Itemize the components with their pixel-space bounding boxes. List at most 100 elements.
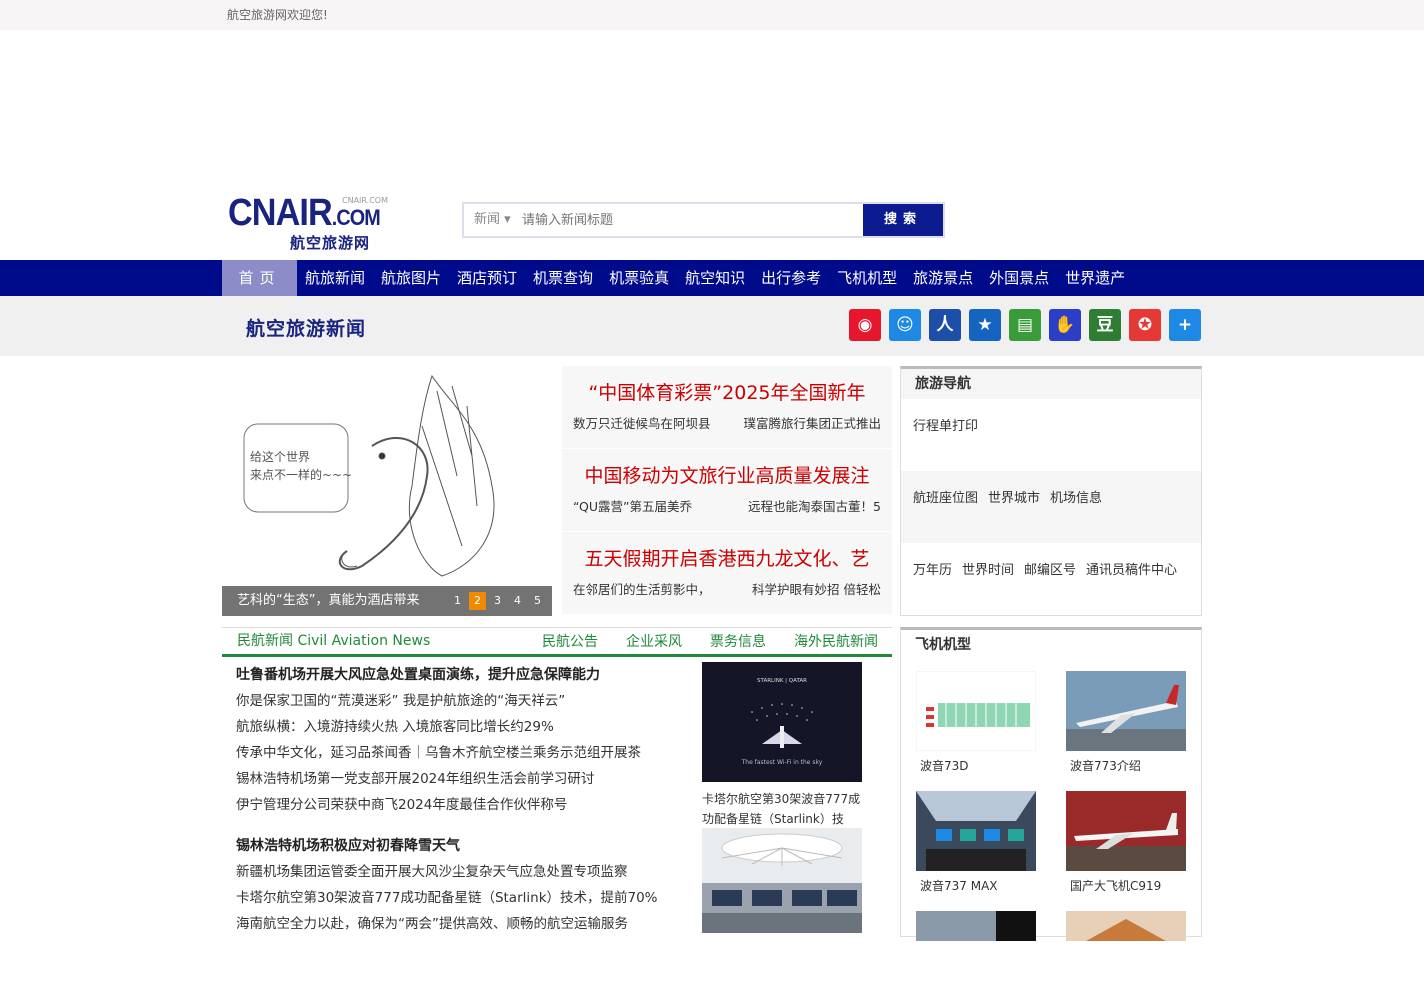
nav-item[interactable]: 机票验真 [601,260,677,296]
aircraft-label: 国产大飞机C919 [1070,879,1162,893]
slider-page-button[interactable]: 2 [469,592,486,610]
aircraft-card[interactable]: 波音737 MAX [916,791,1036,897]
headline-block: 五天假期开启香港西九龙文化、艺在邻居们的生活剪影中， 科学护眼有妙招 倍轻松 [562,532,892,615]
site-logo[interactable]: CNAIR.COM CNAIR.COM 航空旅游网 [228,192,403,252]
share-bar: ◉ ☺ 人 ★ ▤ ✋ 豆 ✪ + [849,309,1201,341]
news-lead-2[interactable]: 锡林浩特机场积极应对初春降雪天气 [236,833,686,859]
guide-link[interactable]: 通讯员稿件中心 [1086,563,1177,578]
civil-tab[interactable]: 民航公告 [542,628,598,656]
more-icon[interactable]: + [1169,309,1201,341]
nav-item[interactable]: 世界遗产 [1057,260,1133,296]
slider-page-button[interactable]: 3 [489,592,506,610]
travel-guide-title: 旅游导航 [901,369,1201,399]
slider-caption-bar: 艺科的“生态”，真能为酒店带来 12345 [222,586,552,616]
thumb-caption-1: 卡塔尔航空第30架波音777成功配备星链（Starlink）技 [702,792,861,826]
guide-link[interactable]: 航班座位图 [913,491,978,506]
guide-link[interactable]: 世界时间 [962,563,1014,578]
section-band: 航空旅游新闻 ◉ ☺ 人 ★ ▤ ✋ 豆 ✪ + [0,296,1424,356]
star-icon[interactable]: ✪ [1129,309,1161,341]
nav-item[interactable]: 出行参考 [753,260,829,296]
civil-tab[interactable]: 海外民航新闻 [794,628,878,656]
guide-link[interactable]: 行程单打印 [913,419,978,434]
travel-guide-box: 旅游导航 行程单打印航班座位图 世界城市 机场信息万年历 世界时间 邮编区号 通讯员稿件中… [900,366,1202,616]
headline-sub-link[interactable]: “QU露营”第五届美乔 [573,496,692,515]
image-slider[interactable]: 给这个世界来点不一样的~~~ 艺科的“生态”，真能为酒店带来 12345 [222,366,552,616]
headline-sub-link[interactable]: 在邻居们的生活剪影中， [573,579,711,598]
headline-block: 中国移动为文旅行业高质量发展注 “QU露营”第五届美乔 远程也能淘泰国古董！5 [562,449,892,532]
news-item[interactable]: 新疆机场集团运管委全面开展大风沙尘复杂天气应急处置专项监察 [236,859,686,885]
favorite-icon[interactable]: ★ [969,309,1001,341]
thumb-brand-text: STARLINK | QATAR [757,678,807,684]
nav-item[interactable]: 机票查询 [525,260,601,296]
guide-link[interactable]: 世界城市 [988,491,1040,506]
headline-title[interactable]: 中国移动为文旅行业高质量发展注 [562,449,892,488]
control-room-image [702,828,862,933]
weibo-icon[interactable]: ◉ [849,309,881,341]
news-thumb-1[interactable]: STARLINK | QATAR The fastest Wi-Fi in th… [702,662,862,829]
main-nav: 首页 航旅新闻 航旅图片 酒店预订 机票查询 机票验真 航空知识 出行参考 飞机机型 旅游景点 外国… [0,260,1424,296]
news-item[interactable]: 卡塔尔航空第30架波音777成功配备星链（Starlink）技术，提前70% [236,885,686,911]
slider-illustration: 给这个世界来点不一样的~~~ [243,374,495,577]
aircraft-label: 波音73D [920,759,969,773]
search-category-select[interactable]: 新闻 ▾ [474,204,511,236]
news-list-2: 锡林浩特机场积极应对初春降雪天气 新疆机场集团运管委全面开展大风沙尘复杂天气应急… [236,833,686,937]
headline-subs: 数万只迁徙候鸟在阿坝县 璞富腾旅行集团正式推出 [562,405,892,432]
search-bar: 新闻 ▾ 搜索 [462,202,945,238]
news-item[interactable]: 海南航空全力以赴，确保为“两会”提供高效、顺畅的航空运输服务 [236,911,686,937]
guide-link[interactable]: 万年历 [913,563,952,578]
civil-aviation-title[interactable]: 民航新闻 Civil Aviation News [237,628,430,654]
logo-chinese-name: 航空旅游网 [290,234,371,252]
search-button[interactable]: 搜索 [863,204,943,236]
news-list-1: 吐鲁番机场开展大风应急处置桌面演练，提升应急保障能力 你是保家卫国的“荒漠迷彩”… [236,662,686,818]
kaixin-icon[interactable]: ▤ [1009,309,1041,341]
slider-page-button[interactable]: 1 [449,592,466,610]
aircraft-card[interactable] [1066,911,1186,995]
nav-item[interactable]: 航旅图片 [373,260,449,296]
aircraft-card[interactable] [916,911,1036,995]
aircraft-card[interactable]: 国产大飞机C919 [1066,791,1186,897]
nav-item[interactable]: 飞机机型 [829,260,905,296]
nav-item-home[interactable]: 首页 [222,260,297,296]
slider-pagination: 12345 [449,592,546,610]
guide-row: 万年历 世界时间 邮编区号 通讯员稿件中心 [901,543,1201,615]
civil-aviation-tabs: 民航公告 企业采风 票务信息 海外民航新闻 [542,628,878,656]
news-lead-1[interactable]: 吐鲁番机场开展大风应急处置桌面演练，提升应急保障能力 [236,662,686,688]
headline-title[interactable]: “中国体育彩票”2025年全国新年 [562,366,892,405]
headline-sub-link[interactable]: 远程也能淘泰国古董！5 [748,496,881,515]
nav-item[interactable]: 外国景点 [981,260,1057,296]
thumb-tagline: The fastest Wi-Fi in the sky [741,759,823,766]
starlink-image: STARLINK | QATAR The fastest Wi-Fi in th… [702,662,862,782]
baidu-icon[interactable]: ✋ [1049,309,1081,341]
news-item[interactable]: 传承中华文化，延习品茶闻香｜乌鲁木齐航空楼兰乘务示范组开展茶 [236,740,686,766]
qzone-icon[interactable]: ☺ [889,309,921,341]
aircraft-label: 波音773介绍 [1070,759,1141,773]
search-input[interactable] [522,207,852,233]
aircraft-card[interactable]: 波音773介绍 [1066,671,1186,777]
civil-tab[interactable]: 票务信息 [710,628,766,656]
civil-tab[interactable]: 企业采风 [626,628,682,656]
nav-item[interactable]: 旅游景点 [905,260,981,296]
renren-icon[interactable]: 人 [929,309,961,341]
headline-sub-link[interactable]: 璞富腾旅行集团正式推出 [743,413,881,432]
emirates-plane-image [1066,671,1186,751]
news-thumb-2[interactable] [702,828,862,952]
nav-item[interactable]: 航旅新闻 [297,260,373,296]
seat-map-image [915,670,1037,752]
guide-link[interactable]: 机场信息 [1050,491,1102,506]
douban-icon[interactable]: 豆 [1089,309,1121,341]
news-item[interactable]: 航旅纵横：入境游持续火热 入境旅客同比增长约29% [236,714,686,740]
nav-item[interactable]: 酒店预订 [449,260,525,296]
headline-sub-link[interactable]: 数万只迁徙候鸟在阿坝县 [573,413,711,432]
news-item[interactable]: 锡林浩特机场第一党支部开展2024年组织生活会前学习研讨 [236,766,686,792]
guide-link[interactable]: 邮编区号 [1024,563,1076,578]
headline-sub-link[interactable]: 科学护眼有妙招 倍轻松 [752,579,881,598]
slider-caption: 艺科的“生态”，真能为酒店带来 [237,593,420,608]
headline-block: “中国体育彩票”2025年全国新年数万只迁徙候鸟在阿坝县 璞富腾旅行集团正式推出 [562,366,892,449]
slider-page-button[interactable]: 4 [509,592,526,610]
news-item[interactable]: 伊宁管理分公司荣获中商飞2024年度最佳合作伙伴称号 [236,792,686,818]
headline-title[interactable]: 五天假期开启香港西九龙文化、艺 [562,532,892,571]
nav-item[interactable]: 航空知识 [677,260,753,296]
news-item[interactable]: 你是保家卫国的“荒漠迷彩” 我是护航旅途的“海天祥云” [236,688,686,714]
aircraft-card[interactable]: 波音73D [915,670,1037,777]
slider-page-button[interactable]: 5 [529,592,546,610]
